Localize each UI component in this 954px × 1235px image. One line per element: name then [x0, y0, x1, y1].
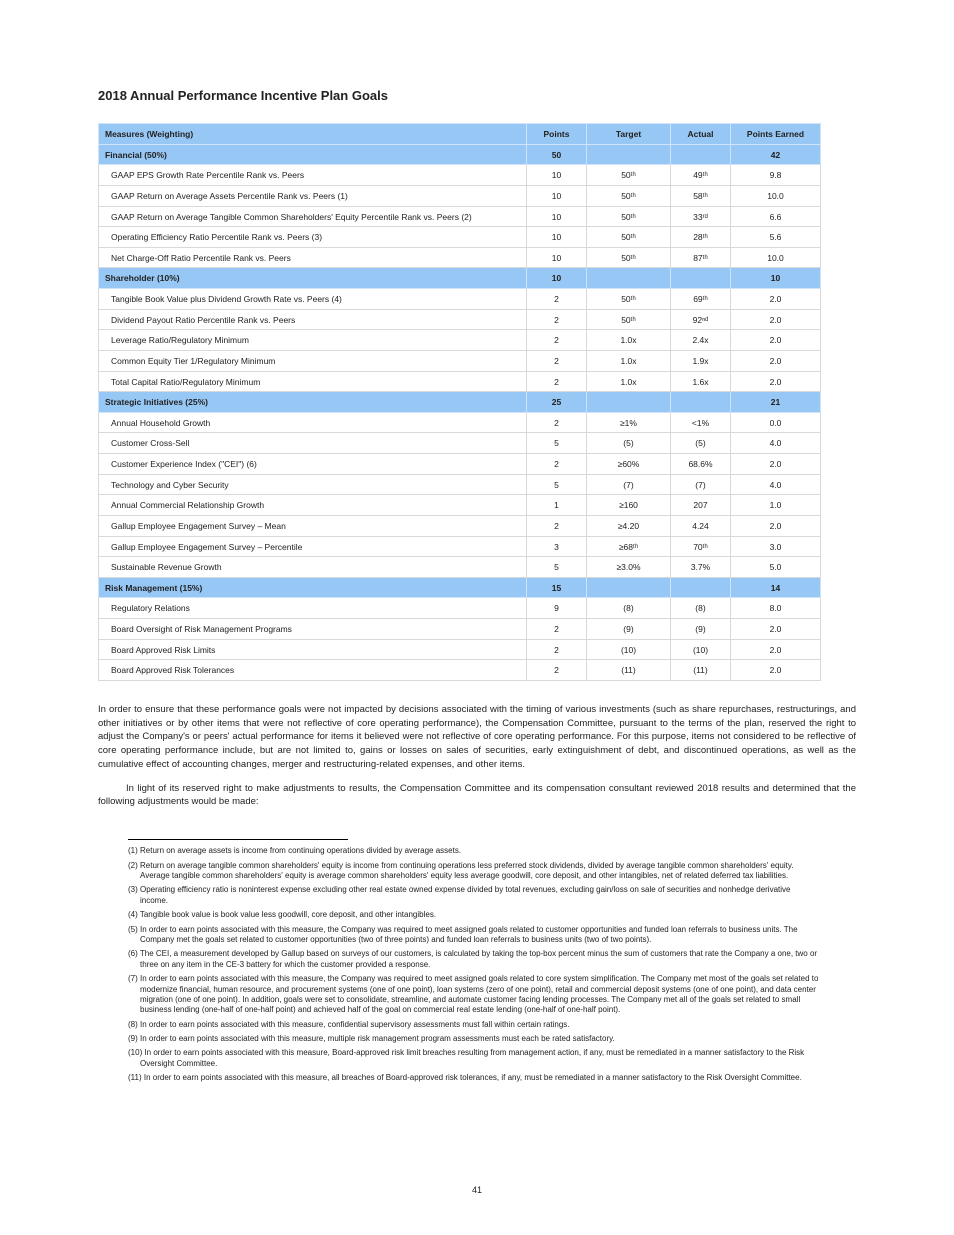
page-number: 41 [0, 1185, 954, 1195]
section-pts: 25 [527, 392, 587, 413]
table-row: Board Approved Risk Limits2(10)(10)2.0 [99, 639, 821, 660]
section-pts: 15 [527, 577, 587, 598]
section-strategic: Strategic Initiatives (25%) 25 21 [99, 392, 821, 413]
section-title: 2018 Annual Performance Incentive Plan G… [98, 88, 856, 103]
section-label: Financial (50%) [99, 144, 527, 165]
section-earned: 21 [731, 392, 821, 413]
section-label: Strategic Initiatives (25%) [99, 392, 527, 413]
footnote-1: (1) Return on average assets is income f… [128, 846, 820, 856]
footnote-2: (2) Return on average tangible common sh… [128, 861, 820, 882]
table-row: Total Capital Ratio/Regulatory Minimum21… [99, 371, 821, 392]
table-row: Gallup Employee Engagement Survey – Mean… [99, 515, 821, 536]
table-row: Annual Household Growth2≥1%<1%0.0 [99, 412, 821, 433]
table-header: Measures (Weighting) Points Target Actua… [99, 124, 821, 145]
section-financial: Financial (50%) 50 42 [99, 144, 821, 165]
table-row: Net Charge-Off Ratio Percentile Rank vs.… [99, 247, 821, 268]
section-label: Risk Management (15%) [99, 577, 527, 598]
performance-table: Measures (Weighting) Points Target Actua… [98, 123, 821, 681]
footnote-7: (7) In order to earn points associated w… [128, 974, 820, 1016]
table-row: Dividend Payout Ratio Percentile Rank vs… [99, 309, 821, 330]
table-row: Regulatory Relations9(8)(8)8.0 [99, 598, 821, 619]
col-points: Points [527, 124, 587, 145]
footnotes: (1) Return on average assets is income f… [98, 839, 820, 1083]
section-earned: 10 [731, 268, 821, 289]
section-pts: 50 [527, 144, 587, 165]
table-row: Technology and Cyber Security5(7)(7)4.0 [99, 474, 821, 495]
footnote-8: (8) In order to earn points associated w… [128, 1020, 820, 1030]
body-paragraph-1: In order to ensure that these performanc… [98, 703, 856, 772]
table-row: Common Equity Tier 1/Regulatory Minimum2… [99, 350, 821, 371]
table-row: Leverage Ratio/Regulatory Minimum21.0x2.… [99, 330, 821, 351]
table-row: Sustainable Revenue Growth5≥3.0%3.7%5.0 [99, 557, 821, 578]
footnote-5: (5) In order to earn points associated w… [128, 925, 820, 946]
table-row: Operating Efficiency Ratio Percentile Ra… [99, 227, 821, 248]
table-row: Annual Commercial Relationship Growth1≥1… [99, 495, 821, 516]
footnote-3: (3) Operating efficiency ratio is nonint… [128, 885, 820, 906]
section-shareholder: Shareholder (10%) 10 10 [99, 268, 821, 289]
footnote-9: (9) In order to earn points associated w… [128, 1034, 820, 1044]
body-paragraph-2: In light of its reserved right to make a… [98, 782, 856, 810]
table-row: Tangible Book Value plus Dividend Growth… [99, 289, 821, 310]
section-earned: 42 [731, 144, 821, 165]
footnote-separator [128, 839, 348, 840]
table-row: GAAP EPS Growth Rate Percentile Rank vs.… [99, 165, 821, 186]
footnote-6: (6) The CEI, a measurement developed by … [128, 949, 820, 970]
col-target: Target [587, 124, 671, 145]
table-row: Customer Experience Index ("CEI") (6)2≥6… [99, 454, 821, 475]
table-row: Board Approved Risk Tolerances2(11)(11)2… [99, 660, 821, 681]
table-row: Gallup Employee Engagement Survey – Perc… [99, 536, 821, 557]
section-label: Shareholder (10%) [99, 268, 527, 289]
footnote-4: (4) Tangible book value is book value le… [128, 910, 820, 920]
section-pts: 10 [527, 268, 587, 289]
footnote-10: (10) In order to earn points associated … [128, 1048, 820, 1069]
section-risk: Risk Management (15%) 15 14 [99, 577, 821, 598]
table-row: GAAP Return on Average Assets Percentile… [99, 185, 821, 206]
table-row: Board Oversight of Risk Management Progr… [99, 619, 821, 640]
footnote-11: (11) In order to earn points associated … [128, 1073, 820, 1083]
section-earned: 14 [731, 577, 821, 598]
table-row: GAAP Return on Average Tangible Common S… [99, 206, 821, 227]
col-points-earned: Points Earned [731, 124, 821, 145]
table-row: Customer Cross-Sell5(5)(5)4.0 [99, 433, 821, 454]
col-measures: Measures (Weighting) [99, 124, 527, 145]
col-actual: Actual [671, 124, 731, 145]
